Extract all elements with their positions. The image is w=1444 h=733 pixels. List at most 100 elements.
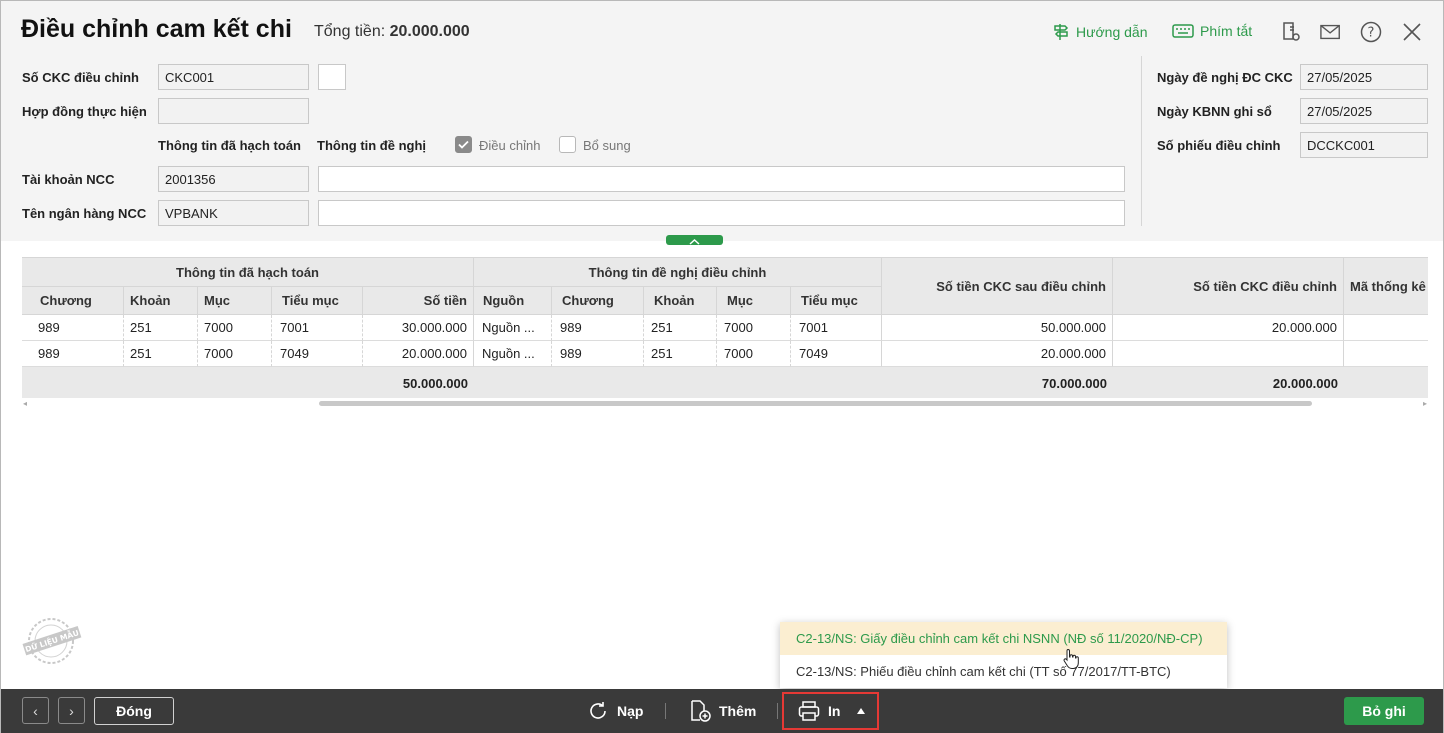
prev-record-button[interactable]: ‹ xyxy=(22,697,49,724)
scroll-left-icon[interactable]: ◂ xyxy=(23,399,27,408)
table-cell[interactable] xyxy=(1344,315,1428,341)
shortcuts-button[interactable]: Phím tắt xyxy=(1172,23,1252,39)
caret-up-icon[interactable] xyxy=(857,708,865,714)
toolbar-separator xyxy=(777,703,778,719)
print-menu-item-tt77[interactable]: C2-13/NS: Phiếu điều chỉnh cam kết chi (… xyxy=(780,655,1227,688)
scrollbar-thumb[interactable] xyxy=(319,401,1312,406)
close-icon[interactable] xyxy=(1401,21,1423,43)
table-cell[interactable]: 989 xyxy=(22,315,124,341)
guide-button[interactable]: Hướng dẫn xyxy=(1052,23,1147,41)
print-menu: C2-13/NS: Giấy điều chỉnh cam kết chi NS… xyxy=(780,622,1227,688)
contract-field[interactable] xyxy=(158,98,309,124)
table-cell[interactable]: Nguồn ... xyxy=(474,315,552,341)
table-cell[interactable]: 7001 xyxy=(272,315,363,341)
col-header-chuong: Chương xyxy=(22,287,124,315)
col-header-p-chuong: Chương xyxy=(552,287,644,315)
chevron-up-icon xyxy=(689,238,700,245)
reload-button[interactable]: Nạp xyxy=(587,697,643,725)
check-icon xyxy=(458,140,469,149)
close-button[interactable]: Đóng xyxy=(94,697,174,725)
proposed-info-heading: Thông tin đề nghị xyxy=(317,138,427,153)
table-cell[interactable]: 251 xyxy=(644,341,717,367)
print-label: In xyxy=(828,703,841,719)
total-value: 20.000.000 xyxy=(389,23,470,40)
footer-total-after: 70.000.000 xyxy=(882,367,1113,398)
table-cell[interactable]: 7000 xyxy=(198,341,272,367)
col-header-sotien: Số tiền xyxy=(363,287,474,315)
col-header-khoan: Khoản xyxy=(124,287,198,315)
chevron-left-icon: ‹ xyxy=(33,702,38,719)
table-cell[interactable]: 251 xyxy=(124,315,198,341)
table-cell[interactable] xyxy=(1113,341,1344,367)
scroll-right-icon[interactable]: ▸ xyxy=(1423,399,1427,408)
footer-total-accounted: 50.000.000 xyxy=(363,367,474,398)
table-cell[interactable]: 7000 xyxy=(198,315,272,341)
add-button[interactable]: Thêm xyxy=(689,697,756,725)
table-cell[interactable]: 20.000.000 xyxy=(882,341,1113,367)
print-button[interactable]: In xyxy=(782,692,879,730)
request-date-field[interactable]: 27/05/2025 xyxy=(1300,64,1428,90)
ckc-no-label: Số CKC điều chỉnh xyxy=(22,70,139,85)
table-cell[interactable]: 7049 xyxy=(791,341,882,367)
kbnn-date-field[interactable]: 27/05/2025 xyxy=(1300,98,1428,124)
footer-toolbar: ‹ › Đóng Nạp Thêm In Bỏ ghi xyxy=(1,689,1443,733)
col-header-p-tieumuc: Tiểu mục xyxy=(791,287,882,315)
signpost-icon xyxy=(1054,24,1069,40)
shortcuts-label: Phím tắt xyxy=(1200,23,1253,39)
preview-icon[interactable] xyxy=(1280,21,1302,43)
bank-label: Tên ngân hàng NCC xyxy=(22,206,147,221)
print-menu-item-nd11[interactable]: C2-13/NS: Giấy điều chỉnh cam kết chi NS… xyxy=(780,622,1227,655)
table-cell[interactable]: 989 xyxy=(552,315,644,341)
request-date-label: Ngày đề nghị ĐC CKC xyxy=(1157,70,1293,85)
collapse-toggle[interactable] xyxy=(666,235,723,245)
accounted-info-heading: Thông tin đã hạch toán xyxy=(158,138,301,153)
group-header-proposed: Thông tin đề nghị điều chỉnh xyxy=(474,258,882,287)
table-cell[interactable]: 251 xyxy=(644,315,717,341)
table-cell[interactable]: 50.000.000 xyxy=(882,315,1113,341)
table-cell[interactable]: 7000 xyxy=(717,341,791,367)
detail-grid: Thông tin đã hạch toán Thông tin đề nghị… xyxy=(22,257,1428,398)
add-label: Thêm xyxy=(719,703,757,719)
table-cell[interactable]: Nguồn ... xyxy=(474,341,552,367)
chevron-right-icon: › xyxy=(69,702,74,719)
table-cell[interactable]: 7001 xyxy=(791,315,882,341)
unpost-button[interactable]: Bỏ ghi xyxy=(1344,697,1424,725)
table-cell[interactable] xyxy=(1344,341,1428,367)
table-cell[interactable]: 20.000.000 xyxy=(363,341,474,367)
refresh-icon xyxy=(590,702,606,719)
voucher-field[interactable]: DCCKC001 xyxy=(1300,132,1428,158)
svg-text:DỮ LIỆU MẪU: DỮ LIỆU MẪU xyxy=(24,627,80,654)
adjust-label: Điều chỉnh xyxy=(479,138,541,153)
form-header-area: Điều chỉnh cam kết chi Tổng tiền: 20.000… xyxy=(1,1,1443,241)
bank-field[interactable]: VPBANK xyxy=(158,200,309,226)
account-label: Tài khoản NCC xyxy=(22,172,115,187)
footer-total-adjust: 20.000.000 xyxy=(1113,367,1344,398)
table-cell[interactable]: 989 xyxy=(22,341,124,367)
bank-proposed-field[interactable] xyxy=(318,200,1125,226)
grid-horizontal-scrollbar[interactable]: ◂ ▸ xyxy=(22,399,1428,408)
col-header-stat: Mã thống kê xyxy=(1344,258,1428,315)
adjust-checkbox[interactable] xyxy=(455,136,472,153)
help-icon[interactable]: ? xyxy=(1360,21,1382,43)
group-header-accounted: Thông tin đã hạch toán xyxy=(22,258,474,287)
account-proposed-field[interactable] xyxy=(318,166,1125,192)
form-divider xyxy=(1141,56,1142,226)
page-title: Điều chỉnh cam kết chi xyxy=(21,15,292,43)
next-record-button[interactable]: › xyxy=(58,697,85,724)
col-header-after: Số tiền CKC sau điều chỉnh xyxy=(882,258,1113,315)
account-field[interactable]: 2001356 xyxy=(158,166,309,192)
col-header-p-khoan: Khoản xyxy=(644,287,717,315)
add-document-icon xyxy=(691,700,711,722)
supplement-checkbox[interactable] xyxy=(559,136,576,153)
table-cell[interactable]: 7049 xyxy=(272,341,363,367)
table-cell[interactable]: 251 xyxy=(124,341,198,367)
ckc-no-field[interactable]: CKC001 xyxy=(158,64,309,90)
col-header-tieumuc: Tiểu mục xyxy=(272,287,363,315)
table-cell[interactable]: 20.000.000 xyxy=(1113,315,1344,341)
table-cell[interactable]: 7000 xyxy=(717,315,791,341)
ckc-lookup-button[interactable] xyxy=(318,64,346,90)
table-cell[interactable]: 989 xyxy=(552,341,644,367)
keyboard-icon xyxy=(1172,24,1194,38)
table-cell[interactable]: 30.000.000 xyxy=(363,315,474,341)
mail-icon[interactable] xyxy=(1320,21,1342,43)
